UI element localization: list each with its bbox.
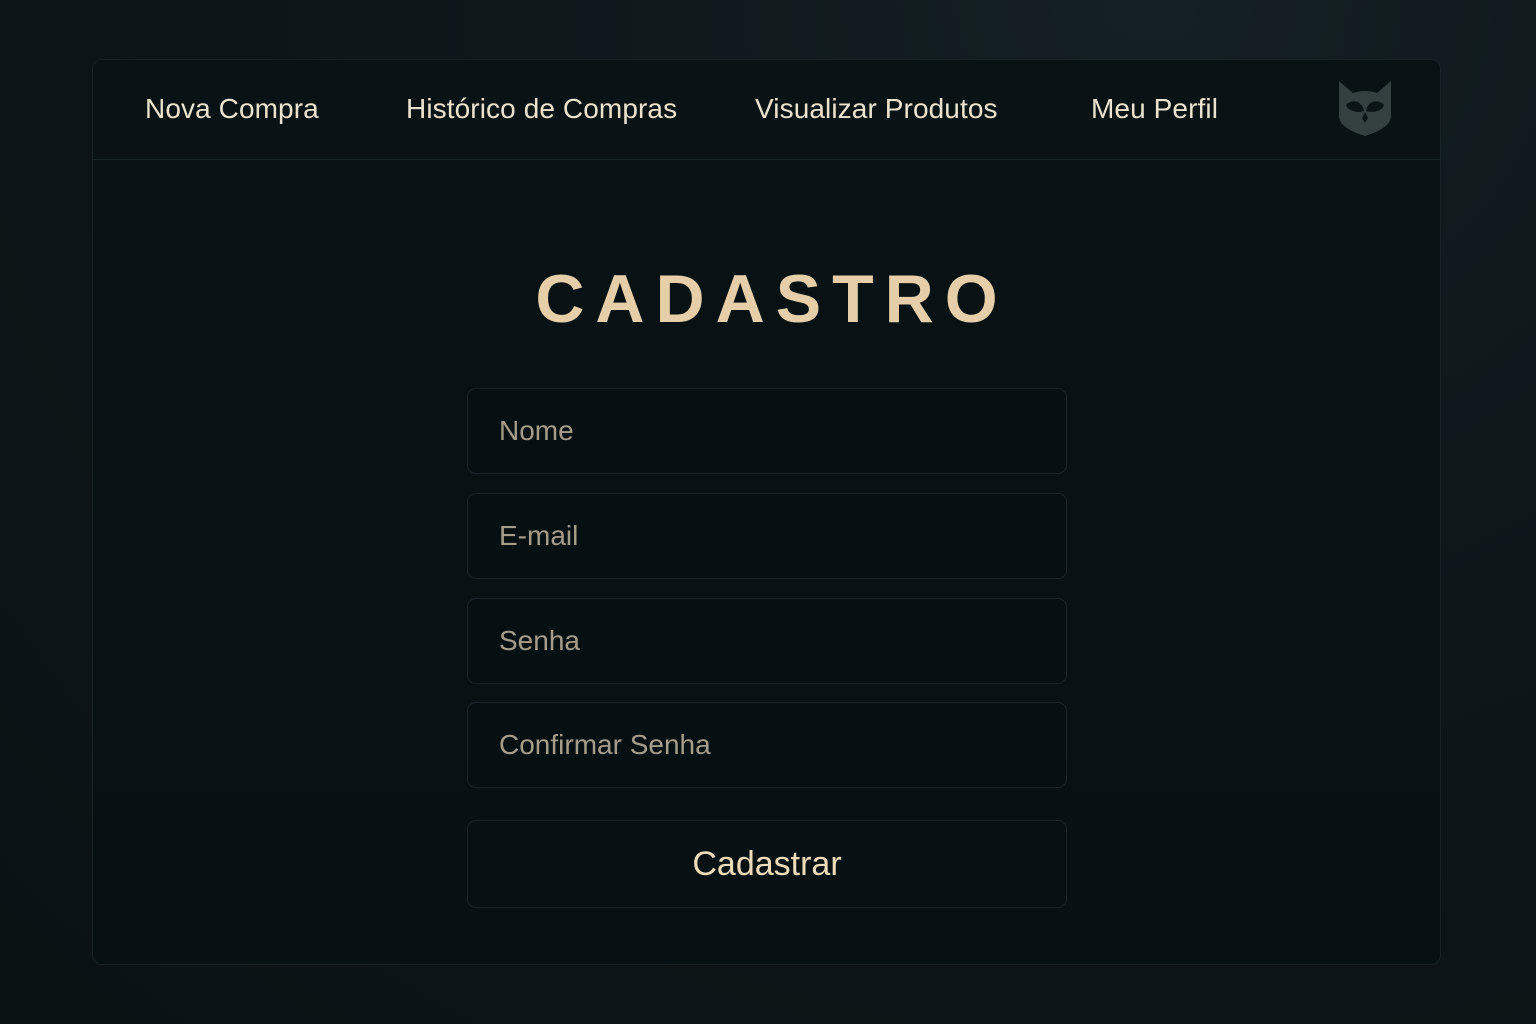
nome-input[interactable] [468, 389, 1066, 473]
senha-field[interactable] [467, 598, 1067, 684]
owl-shield-icon[interactable] [1336, 78, 1394, 138]
confirmar-senha-field[interactable] [467, 702, 1067, 788]
email-input[interactable] [468, 494, 1066, 578]
nome-field[interactable] [467, 388, 1067, 474]
senha-input[interactable] [468, 599, 1066, 683]
nav-item-visualizar-produtos[interactable]: Visualizar Produtos [755, 91, 998, 127]
top-navigation: Nova Compra Histórico de Compras Visuali… [93, 60, 1440, 160]
nav-item-nova-compra[interactable]: Nova Compra [145, 91, 319, 127]
page-title: CADASTRO [535, 261, 1009, 337]
email-field[interactable] [467, 493, 1067, 579]
nav-item-meu-perfil[interactable]: Meu Perfil [1091, 91, 1218, 127]
cadastrar-button[interactable]: Cadastrar [467, 820, 1067, 908]
app-window: Nova Compra Histórico de Compras Visuali… [92, 59, 1441, 965]
confirmar-senha-input[interactable] [468, 703, 1066, 787]
nav-item-historico-de-compras[interactable]: Histórico de Compras [406, 91, 677, 127]
